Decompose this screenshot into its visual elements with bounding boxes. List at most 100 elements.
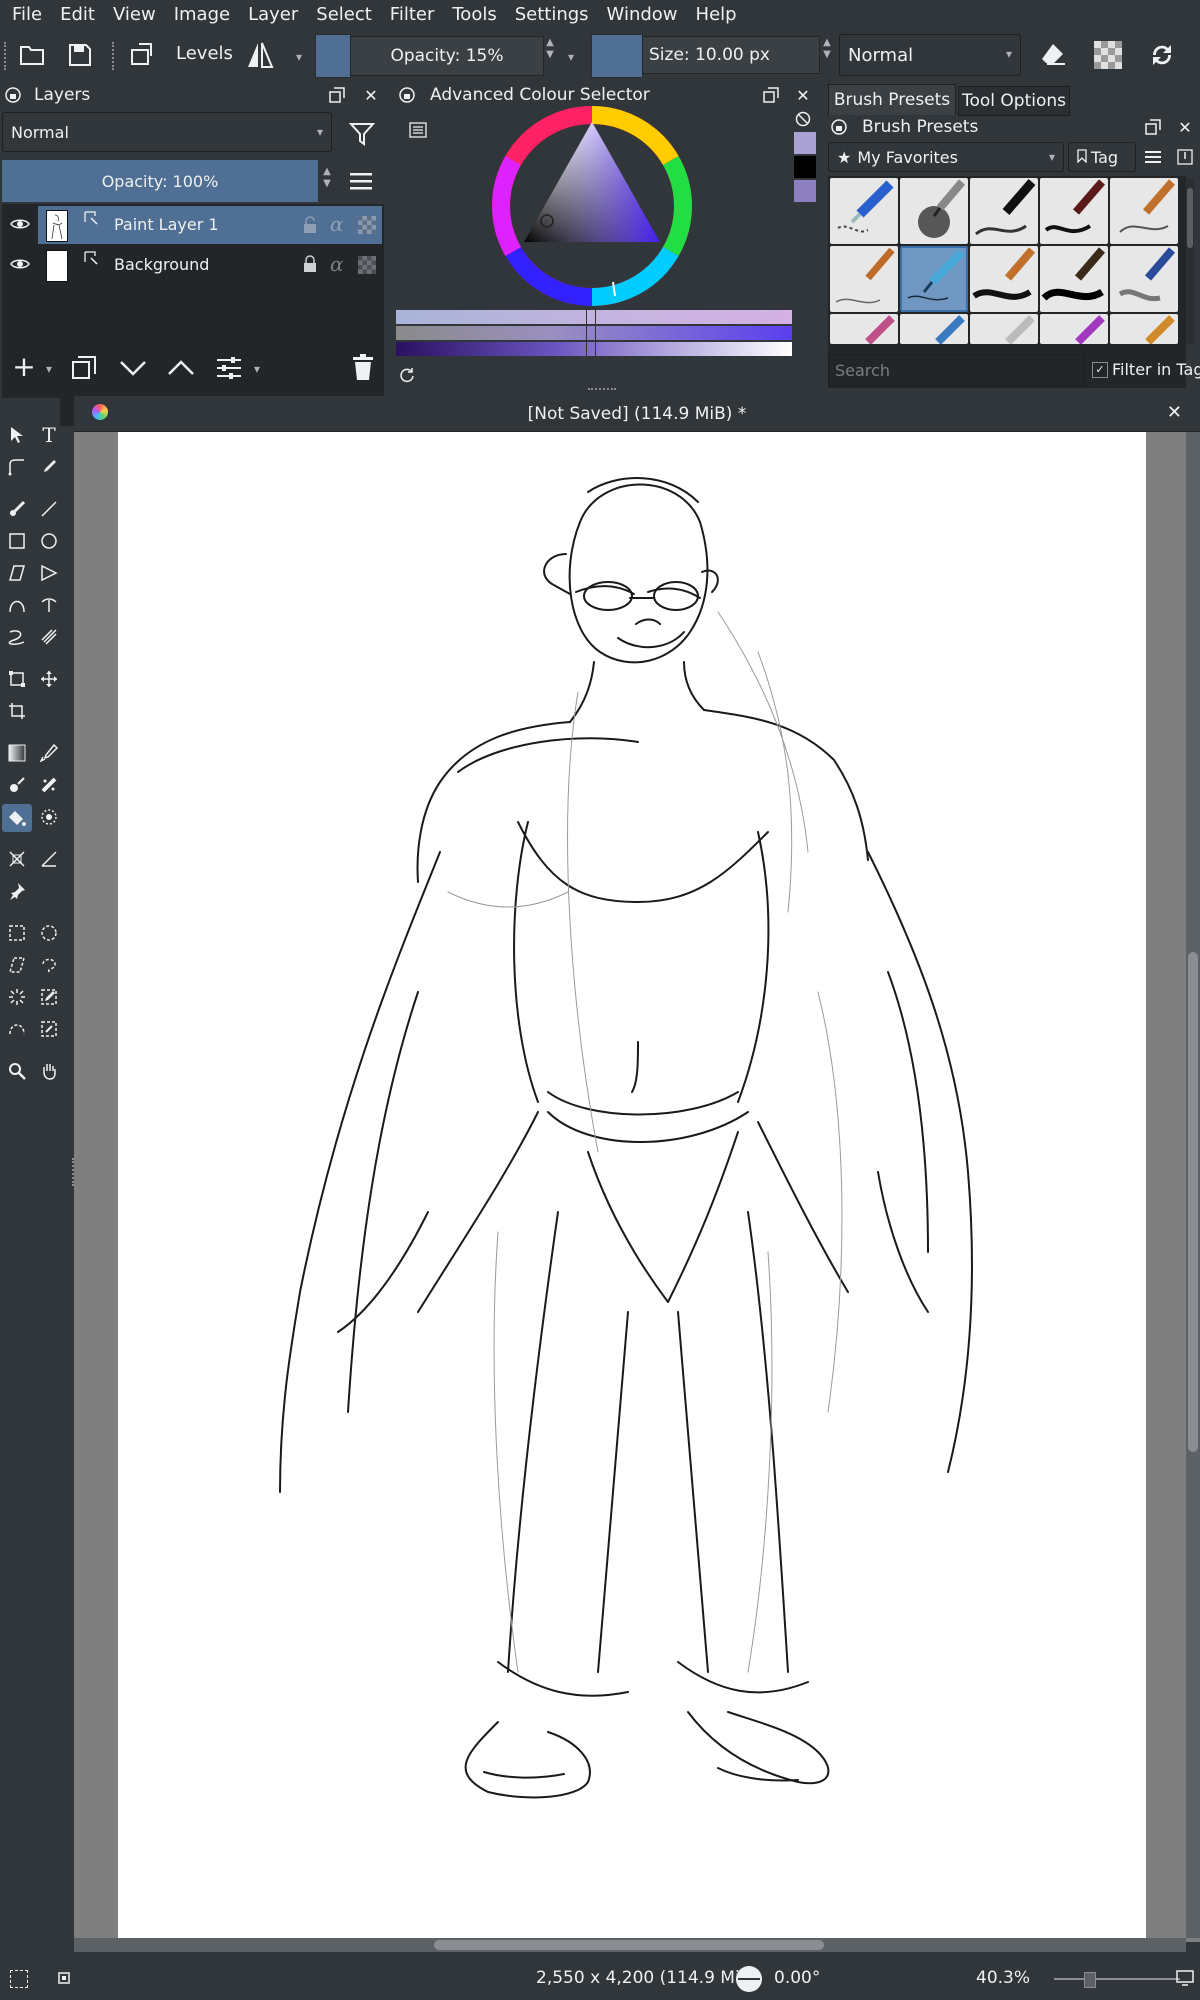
alpha-icon[interactable]: α	[330, 212, 344, 236]
refresh-icon[interactable]	[398, 366, 416, 384]
fill-tool-icon[interactable]	[2, 804, 32, 832]
layer-row-paint-layer-1[interactable]: Paint Layer 1 α	[4, 206, 382, 244]
tab-brush-presets[interactable]: Brush Presets	[828, 84, 956, 115]
menu-select[interactable]: Select	[307, 4, 381, 25]
docker-lock-icon[interactable]	[830, 118, 848, 136]
layer-row-background[interactable]: Background α	[4, 246, 382, 284]
brush-preset-thumbnail[interactable]	[900, 314, 968, 344]
enclose-fill-icon[interactable]	[36, 804, 62, 830]
slider-handle[interactable]	[586, 308, 596, 358]
save-icon[interactable]	[64, 38, 96, 72]
menu-help[interactable]: Help	[687, 4, 746, 25]
move-tool-icon[interactable]	[36, 666, 62, 692]
canvas-only-icon[interactable]	[1176, 1970, 1194, 1991]
edit-shapes-icon[interactable]	[4, 454, 30, 480]
open-file-icon[interactable]	[16, 38, 48, 72]
menu-settings[interactable]: Settings	[506, 4, 598, 25]
zoom-tool-icon[interactable]	[4, 1058, 30, 1084]
zoom-value[interactable]: 40.3%	[976, 1968, 1030, 1988]
move-layer-down-icon[interactable]	[118, 354, 148, 382]
no-colour-icon[interactable]	[794, 110, 812, 128]
menu-image[interactable]: Image	[165, 4, 239, 25]
filter-icon[interactable]	[348, 120, 376, 148]
brush-preset-thumbnail[interactable]	[970, 246, 1038, 312]
ellipse-select-icon[interactable]	[36, 920, 62, 946]
image-dimensions[interactable]: 2,550 x 4,200 (114.9 MiB	[536, 1968, 751, 1988]
eraser-icon[interactable]	[1037, 38, 1069, 72]
zoom-slider-handle[interactable]	[1084, 1972, 1096, 1988]
layer-blend-mode-select[interactable]: Normal ▾	[2, 112, 332, 152]
assistant-tool-icon[interactable]	[4, 846, 30, 872]
ellipse-tool-icon[interactable]	[36, 528, 62, 554]
rect-select-icon[interactable]	[4, 920, 30, 946]
bezier-tool-icon[interactable]	[4, 592, 30, 618]
docker-lock-icon[interactable]	[4, 86, 22, 104]
reload-preset-icon[interactable]	[1146, 38, 1178, 72]
rotation-dial-icon[interactable]	[736, 1966, 762, 1992]
mirror-dropdown-icon[interactable]: ▾	[296, 50, 302, 64]
dock-splitter[interactable]	[588, 388, 616, 394]
recent-colour-swatch[interactable]	[794, 180, 816, 202]
alpha-lock-icon[interactable]	[1092, 38, 1124, 72]
menu-layer[interactable]: Layer	[239, 4, 307, 25]
horizontal-scrollbar[interactable]	[74, 1938, 1186, 1952]
menu-tools[interactable]: Tools	[443, 4, 505, 25]
mirror-icon[interactable]	[244, 38, 276, 72]
close-icon[interactable]: ✕	[1167, 402, 1182, 423]
reference-images-icon[interactable]	[4, 878, 30, 904]
rotation-value[interactable]: 0.00°	[774, 1968, 820, 1988]
magnetic-select-icon[interactable]	[36, 1016, 62, 1042]
filter-in-tag-checkbox[interactable]: ✓	[1092, 362, 1108, 378]
workspace-icon[interactable]	[126, 38, 158, 72]
eye-icon[interactable]	[10, 256, 30, 275]
opacity-dropdown-icon[interactable]: ▾	[568, 50, 574, 64]
layer-properties-icon[interactable]	[214, 354, 244, 382]
tab-tool-options[interactable]: Tool Options	[958, 86, 1070, 116]
float-docker-icon[interactable]	[328, 86, 346, 104]
text-tool-icon[interactable]: T	[36, 422, 62, 448]
size-slider[interactable]: Size: 10.00 px	[642, 36, 820, 74]
layer-properties-dropdown-icon[interactable]: ▾	[254, 362, 260, 376]
size-spin[interactable]: ▲ ▼	[820, 37, 834, 61]
layer-lock-icon[interactable]	[302, 216, 318, 238]
alpha-icon[interactable]: α	[330, 252, 344, 276]
calligraphy-icon[interactable]	[36, 454, 62, 480]
layer-opacity-spin[interactable]: ▲ ▼	[320, 166, 334, 190]
brush-preset-thumbnail[interactable]	[830, 178, 898, 244]
brush-preset-thumbnail[interactable]	[1110, 314, 1178, 344]
brush-preset-thumbnail-selected[interactable]	[900, 246, 968, 312]
similar-select-icon[interactable]	[36, 984, 62, 1010]
tag-filter-select[interactable]: ★ My Favorites ▾	[828, 142, 1064, 172]
inherit-alpha-icon[interactable]	[358, 256, 376, 274]
scrollbar-thumb[interactable]	[1188, 952, 1198, 1452]
selection-mode-icon[interactable]	[10, 1970, 28, 1988]
menu-icon[interactable]	[348, 170, 374, 192]
crop-tool-icon[interactable]	[4, 698, 30, 724]
brush-preset-thumbnail[interactable]	[970, 178, 1038, 244]
brush-grid-scrollbar[interactable]	[1186, 178, 1194, 344]
colorize-mask-icon[interactable]	[4, 772, 30, 798]
bezier-select-icon[interactable]	[4, 1016, 30, 1042]
pan-tool-icon[interactable]	[36, 1058, 62, 1084]
toolbar-grip[interactable]	[4, 42, 10, 70]
brush-preset-thumbnail[interactable]	[1040, 314, 1108, 344]
delete-layer-icon[interactable]	[350, 352, 376, 382]
add-layer-icon[interactable]: +	[10, 350, 38, 383]
brush-preset-thumbnail[interactable]	[1110, 178, 1178, 244]
layer-lock-icon[interactable]	[302, 255, 318, 277]
tag-button[interactable]: Tag	[1068, 142, 1136, 172]
eye-icon[interactable]	[10, 216, 30, 235]
brush-preset-thumbnail[interactable]	[1110, 246, 1178, 312]
brush-preset-thumbnail[interactable]	[1040, 246, 1108, 312]
scrollbar-thumb[interactable]	[434, 1940, 824, 1950]
float-docker-icon[interactable]	[1144, 118, 1162, 136]
blend-mode-select[interactable]: Normal ▾	[839, 34, 1021, 76]
opacity-slider[interactable]: Opacity: 15%	[350, 36, 544, 76]
menu-window[interactable]: Window	[598, 4, 687, 25]
brush-preset-thumbnail[interactable]	[830, 246, 898, 312]
opacity-swatch[interactable]	[315, 34, 351, 78]
dynamic-brush-icon[interactable]	[4, 624, 30, 650]
select-shapes-icon[interactable]	[4, 422, 30, 448]
duplicate-layer-icon[interactable]	[70, 354, 98, 382]
hue-triangle-selector[interactable]	[492, 106, 692, 306]
